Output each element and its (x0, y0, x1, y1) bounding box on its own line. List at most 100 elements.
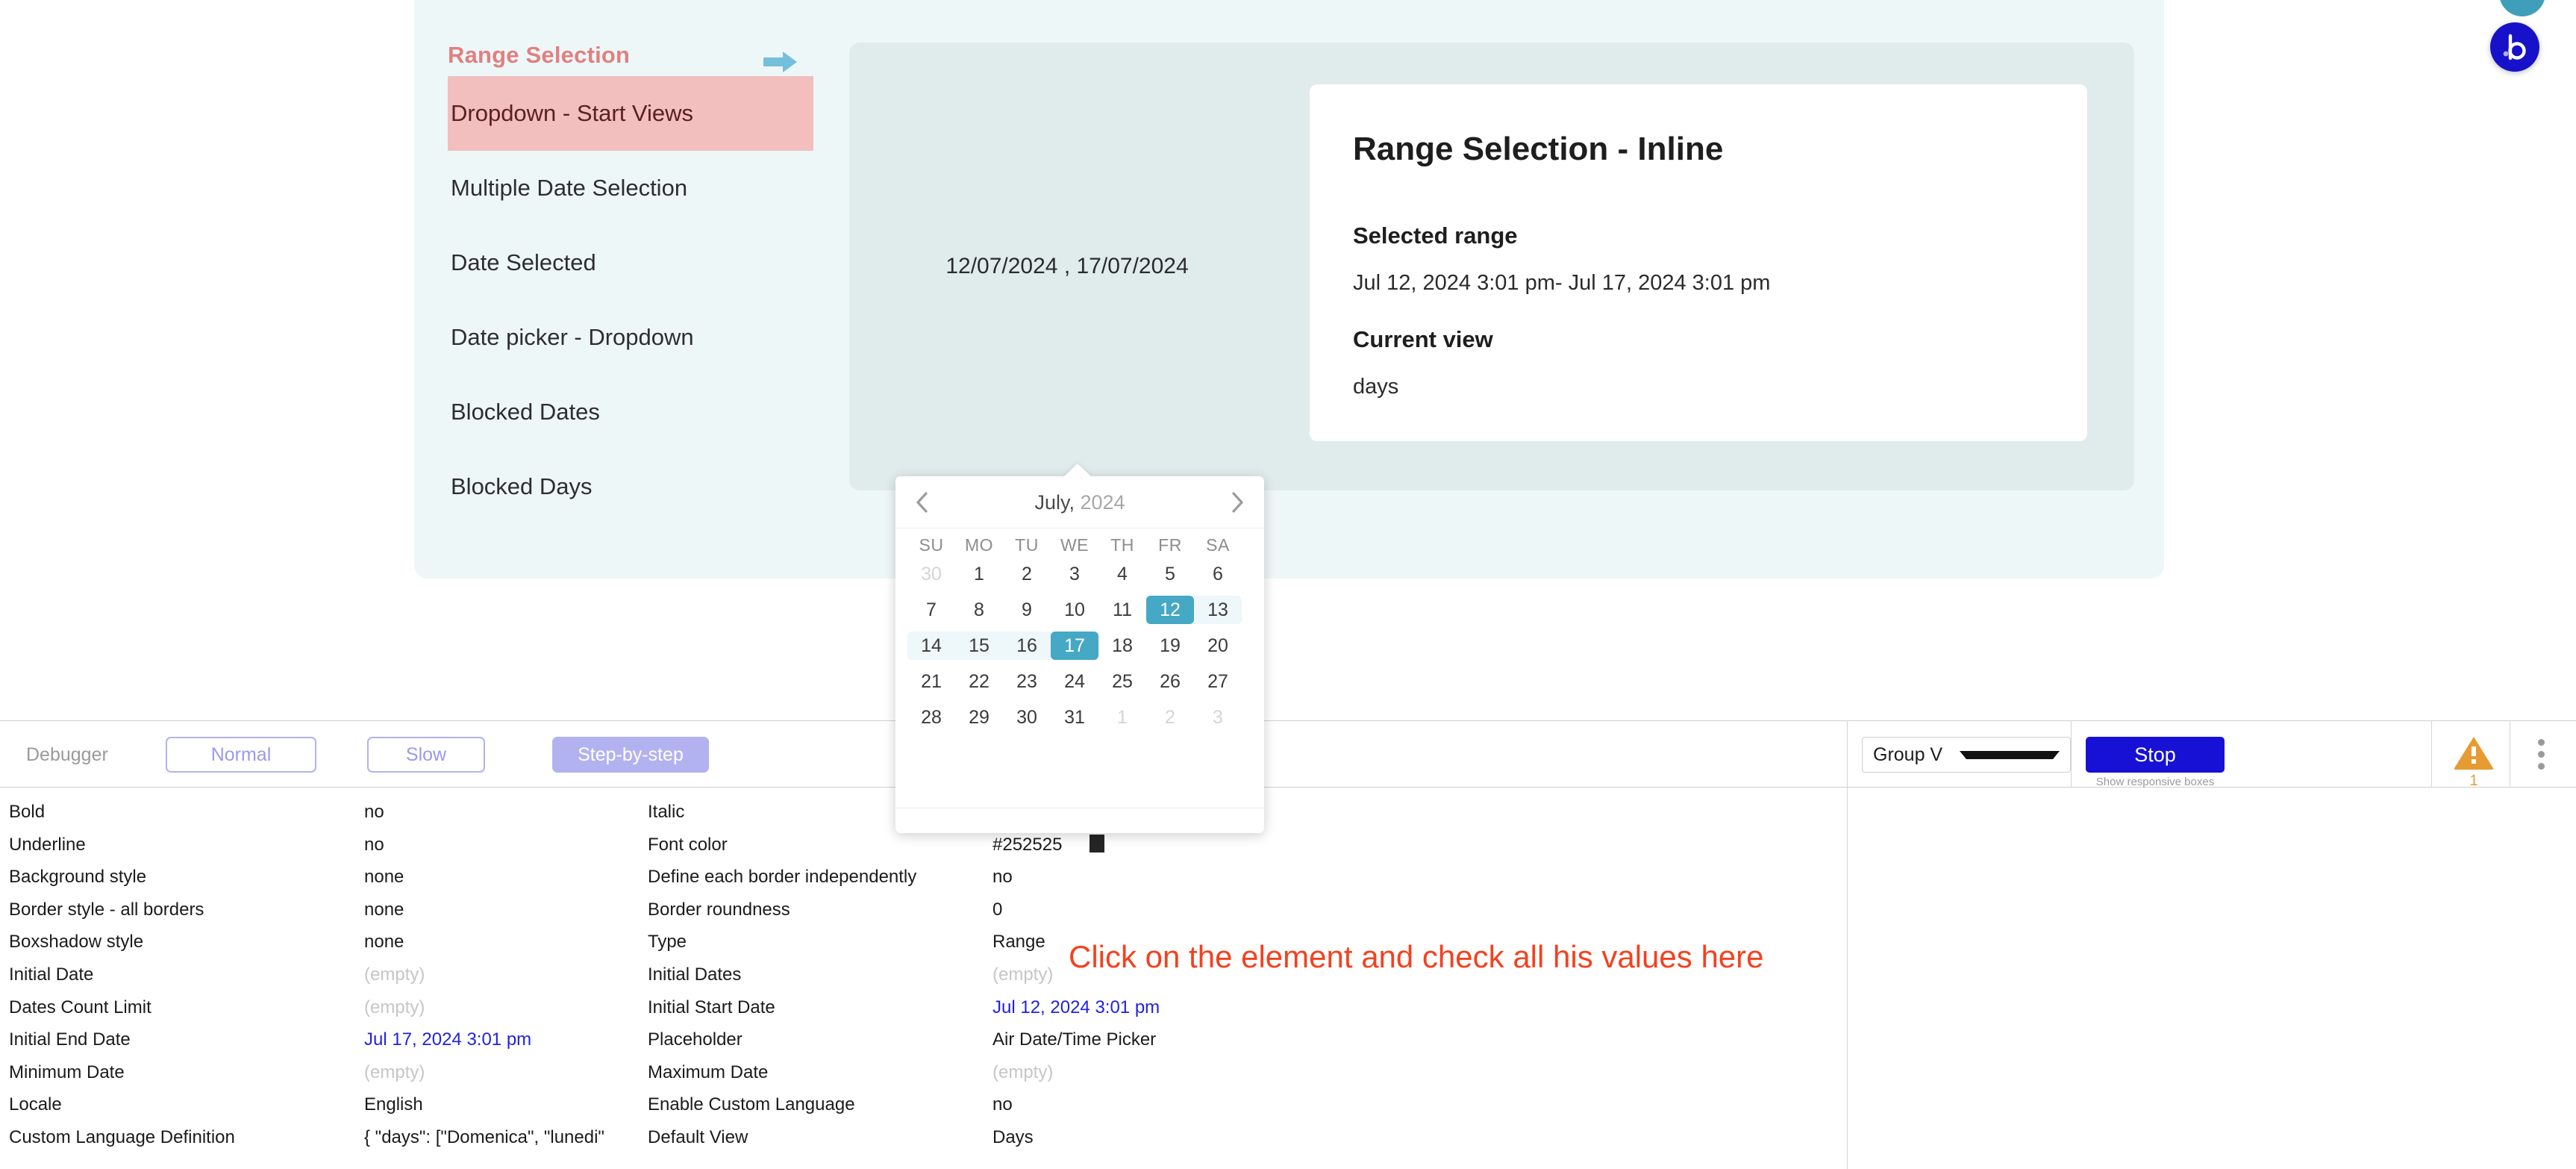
calendar-day[interactable]: 19 (1146, 632, 1194, 660)
debugger-normal-button[interactable]: Normal (166, 737, 316, 773)
property-value: none (364, 867, 404, 888)
calendar-day[interactable]: 3 (1051, 560, 1098, 588)
property-value: { "days": ["Domenica", "lunedi" (364, 1127, 604, 1147)
calendar-day[interactable]: 1 (1098, 703, 1146, 732)
group-select-value: Group V (1873, 744, 1943, 765)
stop-button[interactable]: Stop (2086, 737, 2225, 773)
current-view-label: Current view (1353, 326, 1493, 352)
warning-indicator[interactable]: 1 (2448, 735, 2500, 790)
property-value: (empty) (364, 997, 425, 1017)
range-selection-inline-card: Range Selection - Inline Selected range … (1310, 84, 2087, 441)
calendar-day[interactable]: 7 (907, 596, 955, 624)
calendar-day[interactable]: 12 (1146, 596, 1194, 624)
more-options-icon[interactable] (2526, 739, 2556, 770)
calendar-day[interactable]: 30 (907, 560, 955, 588)
property-value: 0 (992, 899, 1003, 920)
calendar-day[interactable]: 4 (1098, 560, 1146, 588)
calendar-next-icon[interactable] (1215, 476, 1260, 529)
sidebar-item-label: Date picker - Dropdown (451, 324, 694, 350)
calendar-day[interactable]: 23 (1003, 667, 1051, 696)
debugger-slow-button[interactable]: Slow (367, 737, 485, 773)
property-value: none (364, 932, 404, 953)
calendar-day[interactable]: 24 (1051, 667, 1098, 696)
sidebar-item-4[interactable]: Blocked Dates (448, 375, 813, 449)
calendar-day[interactable]: 3 (1194, 703, 1242, 732)
calendar-day[interactable]: 9 (1003, 596, 1051, 624)
sidebar-item-1[interactable]: Multiple Date Selection (448, 151, 813, 225)
calendar-day[interactable]: 8 (955, 596, 1003, 624)
selected-range-value: Jul 12, 2024 3:01 pm- Jul 17, 2024 3:01 … (1353, 271, 1771, 295)
calendar-weekday: TU (1015, 535, 1039, 555)
calendar-day[interactable]: 30 (1003, 703, 1051, 732)
bubble-logo-badge[interactable] (2490, 22, 2539, 72)
calendar-day[interactable]: 10 (1051, 596, 1098, 624)
property-value: Jul 12, 2024 3:01 pm (992, 997, 1160, 1017)
property-key: Border roundness (648, 899, 790, 920)
calendar-popup[interactable]: July, 2024 SU MO TU WE TH FR SA 30 1 2 3 4 5 6 7 8 9 10 1… (895, 476, 1264, 833)
calendar-day[interactable]: 28 (907, 703, 955, 732)
sidebar-item-0[interactable]: Dropdown - Start Views (448, 76, 813, 151)
warning-triangle-icon (2453, 737, 2495, 773)
calendar-day[interactable]: 22 (955, 667, 1003, 696)
calendar-weeks: 30 1 2 3 4 5 6 7 8 9 10 11 12 13 14 15 16 17 18 19 20 21 22 23 2… (907, 556, 1252, 735)
panel-divider-group (2071, 720, 2072, 788)
calendar-month: July, (1034, 491, 1075, 514)
sidebar-item-5[interactable]: Blocked Days (448, 449, 813, 524)
calendar-day[interactable]: 29 (955, 703, 1003, 732)
sidebar-item-label: Date Selected (451, 249, 596, 275)
property-value: (empty) (364, 1062, 425, 1082)
calendar-weekday: WE (1060, 535, 1090, 555)
calendar-day[interactable]: 6 (1194, 560, 1242, 588)
example-nav-list: Range Selection Dropdown - Start Views Mu… (448, 37, 813, 524)
app-root: Range Selection Dropdown - Start Views Mu… (0, 0, 2576, 1169)
calendar-day[interactable]: 11 (1098, 596, 1146, 624)
date-range-input[interactable]: 12/07/2024 , 17/07/2024 (895, 254, 1239, 279)
group-select-dropdown[interactable]: Group V (1862, 737, 2071, 773)
calendar-week-row: 7 8 9 10 11 12 13 (907, 592, 1252, 628)
calendar-day[interactable]: 14 (907, 632, 955, 660)
calendar-day[interactable]: 17 (1051, 632, 1098, 660)
sidebar-item-3[interactable]: Date picker - Dropdown (448, 300, 813, 375)
property-key: Custom Language Definition (9, 1127, 235, 1147)
calendar-day[interactable]: 21 (907, 667, 955, 696)
calendar-year: 2024 (1080, 491, 1125, 514)
property-key: Font color (648, 834, 728, 855)
calendar-grid: SU MO TU WE TH FR SA 30 1 2 3 4 5 6 7 8 9 10 11 12 13 14 15 16… (895, 529, 1264, 735)
app-preview-area: Range Selection Dropdown - Start Views Mu… (0, 0, 2576, 833)
calendar-day[interactable]: 2 (1146, 703, 1194, 732)
property-value: (empty) (364, 964, 425, 985)
annotation-text: Click on the element and check all his v… (1069, 939, 1764, 974)
property-value: (empty) (992, 1062, 1054, 1082)
arrow-right-icon (763, 49, 798, 75)
panel-divider-main (1847, 720, 1848, 1169)
property-key: Define each border independently (648, 867, 917, 888)
calendar-weekday: MO (964, 535, 994, 555)
sidebar-item-label: Blocked Dates (451, 399, 600, 425)
sidebar-item-2[interactable]: Date Selected (448, 225, 813, 300)
calendar-day[interactable]: 15 (955, 632, 1003, 660)
calendar-day[interactable]: 16 (1003, 632, 1051, 660)
calendar-day[interactable]: 31 (1051, 703, 1098, 732)
sidebar-item-label: Blocked Days (451, 473, 593, 499)
property-key: Initial Dates (648, 964, 742, 985)
calendar-day[interactable]: 5 (1146, 560, 1194, 588)
calendar-day[interactable]: 25 (1098, 667, 1146, 696)
calendar-day[interactable]: 1 (955, 560, 1003, 588)
show-responsive-boxes-link[interactable]: Show responsive boxes (2086, 776, 2225, 788)
chevron-down-icon (1960, 750, 2060, 759)
card-title: Range Selection - Inline (1353, 131, 1724, 167)
property-key: Border style - all borders (9, 899, 204, 920)
calendar-day[interactable]: 27 (1194, 667, 1242, 696)
calendar-prev-icon[interactable] (900, 476, 945, 529)
calendar-weekday: SA (1206, 535, 1230, 555)
calendar-day[interactable]: 18 (1098, 632, 1146, 660)
calendar-day[interactable]: 26 (1146, 667, 1194, 696)
calendar-day[interactable]: 20 (1194, 632, 1242, 660)
property-key: Type (648, 932, 687, 953)
property-key: Initial Start Date (648, 997, 775, 1017)
calendar-day[interactable]: 13 (1194, 596, 1242, 624)
nav-header: Range Selection (448, 42, 631, 68)
color-swatch (1090, 834, 1104, 852)
calendar-day[interactable]: 2 (1003, 560, 1051, 588)
debugger-step-by-step-button[interactable]: Step-by-step (552, 737, 709, 773)
